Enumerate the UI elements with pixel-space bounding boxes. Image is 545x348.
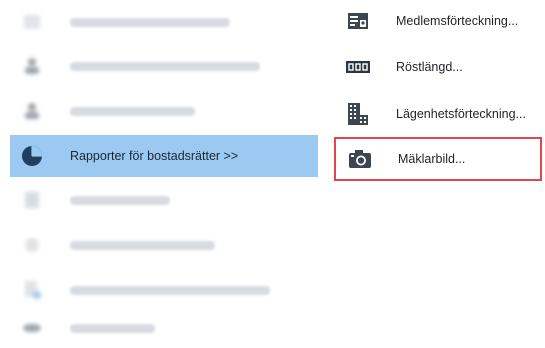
document-list-icon xyxy=(10,191,54,209)
blurred-label xyxy=(70,285,270,295)
blurred-label xyxy=(70,323,155,333)
submenu-item-label: Mäklarbild... xyxy=(398,152,466,166)
submenu-item-maklarbild[interactable]: Mäklarbild... xyxy=(334,137,542,181)
left-menu-item-8[interactable] xyxy=(10,308,318,348)
submenu-item-label: Röstlängd... xyxy=(396,60,463,74)
left-menu-item-5[interactable] xyxy=(10,180,318,220)
eye-icon xyxy=(10,323,54,333)
blurred-label xyxy=(70,195,170,205)
blurred-label xyxy=(70,61,260,71)
submenu-item-lagenhetsforteckning[interactable]: Lägenhetsförteckning... xyxy=(334,95,544,133)
submenu-item-label: Lägenhetsförteckning... xyxy=(396,107,526,121)
camera-icon xyxy=(342,149,378,169)
apartment-building-icon xyxy=(340,102,376,126)
left-menu-item-label: Rapporter för bostadsrätter >> xyxy=(70,149,239,163)
submenu-item-label: Medlemsförteckning... xyxy=(396,14,519,28)
blurred-label xyxy=(70,106,195,116)
left-menu-item-3[interactable] xyxy=(10,91,318,131)
person-icon xyxy=(10,102,54,120)
blurred-label xyxy=(70,240,215,250)
left-menu-item-1[interactable] xyxy=(10,2,318,42)
document-icon xyxy=(10,280,54,300)
left-menu-item-7[interactable] xyxy=(10,270,318,310)
left-menu-item-6[interactable] xyxy=(10,225,318,265)
person-warning-icon xyxy=(10,57,54,75)
ballot-counter-icon xyxy=(340,61,376,73)
left-menu: Rapporter för bostadsrätter >> xyxy=(0,0,318,346)
submenu-item-medlemsforteckning[interactable]: Medlemsförteckning... xyxy=(334,2,544,40)
left-menu-item-reports[interactable]: Rapporter för bostadsrätter >> xyxy=(10,135,318,177)
submenu-item-rostlangd[interactable]: Röstlängd... xyxy=(334,48,544,86)
table-icon xyxy=(10,14,54,30)
settings-icon xyxy=(10,236,54,254)
left-menu-item-2[interactable] xyxy=(10,46,318,86)
pie-chart-icon xyxy=(10,145,54,167)
blurred-label xyxy=(70,17,230,27)
member-card-icon xyxy=(340,12,376,30)
